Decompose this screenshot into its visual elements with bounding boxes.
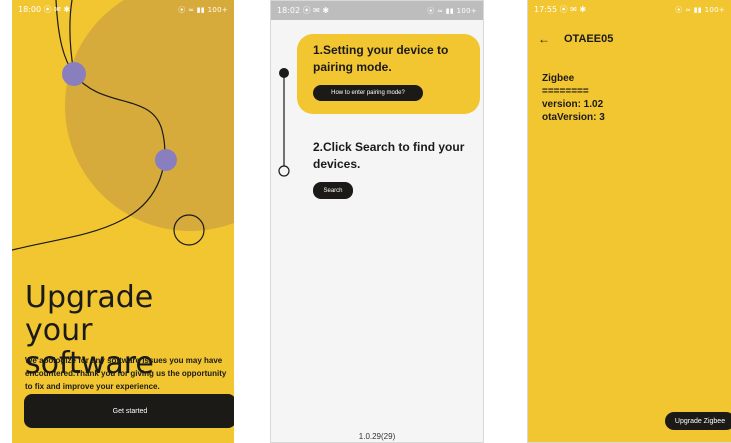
device-info: Zigbee ======== version: 1.02 otaVersion… (542, 72, 605, 124)
background-blob (65, 0, 234, 231)
back-arrow-icon[interactable]: ← (532, 32, 556, 46)
status-bar: 17:55 ⦿ ✉ ✱ ⦿ ≈ ▮▮ 100+ (528, 0, 731, 19)
description-text: We apologize for any software issues you… (25, 356, 227, 391)
search-button[interactable]: Search (313, 182, 353, 199)
device-screen: 17:55 ⦿ ✉ ✱ ⦿ ≈ ▮▮ 100+ ← OTAEE05 Zigbee… (527, 0, 731, 443)
pairing-screen: 18:02 ⦿ ✉ ✱ ⦿ ≈ ▮▮ 100+ 1.Setting your d… (270, 0, 484, 443)
pairing-help-button[interactable]: How to enter pairing mode? (313, 85, 423, 101)
upgrade-zigbee-button[interactable]: Upgrade Zigbee (665, 412, 731, 430)
timeline-dot-active (279, 68, 289, 78)
get-started-button[interactable]: Get started (24, 394, 234, 428)
status-icons-left: ⦿ ✉ ✱ (43, 5, 71, 14)
timeline-dot-inactive (278, 165, 290, 177)
info-line: version: 1.02 (542, 99, 604, 110)
status-bar: 18:00 ⦿ ✉ ✱ ⦿ ≈ ▮▮ 100+ (12, 0, 234, 19)
decorative-dot-1 (62, 62, 86, 86)
decorative-dot-2 (155, 149, 177, 171)
step2-text: 2.Click Search to find your devices. (313, 140, 465, 171)
onboarding-screen: 18:00 ⦿ ✉ ✱ ⦿ ≈ ▮▮ 100+ Upgrade your sof… (12, 0, 234, 443)
status-time: 18:00 (18, 5, 42, 14)
status-time: 17:55 (534, 5, 558, 14)
status-icons-right: ⦿ ≈ ▮▮ 100+ (675, 5, 725, 14)
status-icons-right: ⦿ ≈ ▮▮ 100+ (178, 5, 228, 14)
info-line: otaVersion: 3 (542, 112, 605, 123)
app-bar: ← OTAEE05 (528, 29, 731, 49)
status-icons-left: ⦿ ✉ ✱ (559, 5, 587, 14)
page-title: OTAEE05 (564, 33, 614, 45)
app-version: 1.0.29(29) (358, 432, 396, 441)
info-line: Zigbee (542, 73, 575, 84)
info-line: ======== (542, 86, 589, 97)
step1-text: 1.Setting your device to pairing mode. (313, 43, 449, 74)
